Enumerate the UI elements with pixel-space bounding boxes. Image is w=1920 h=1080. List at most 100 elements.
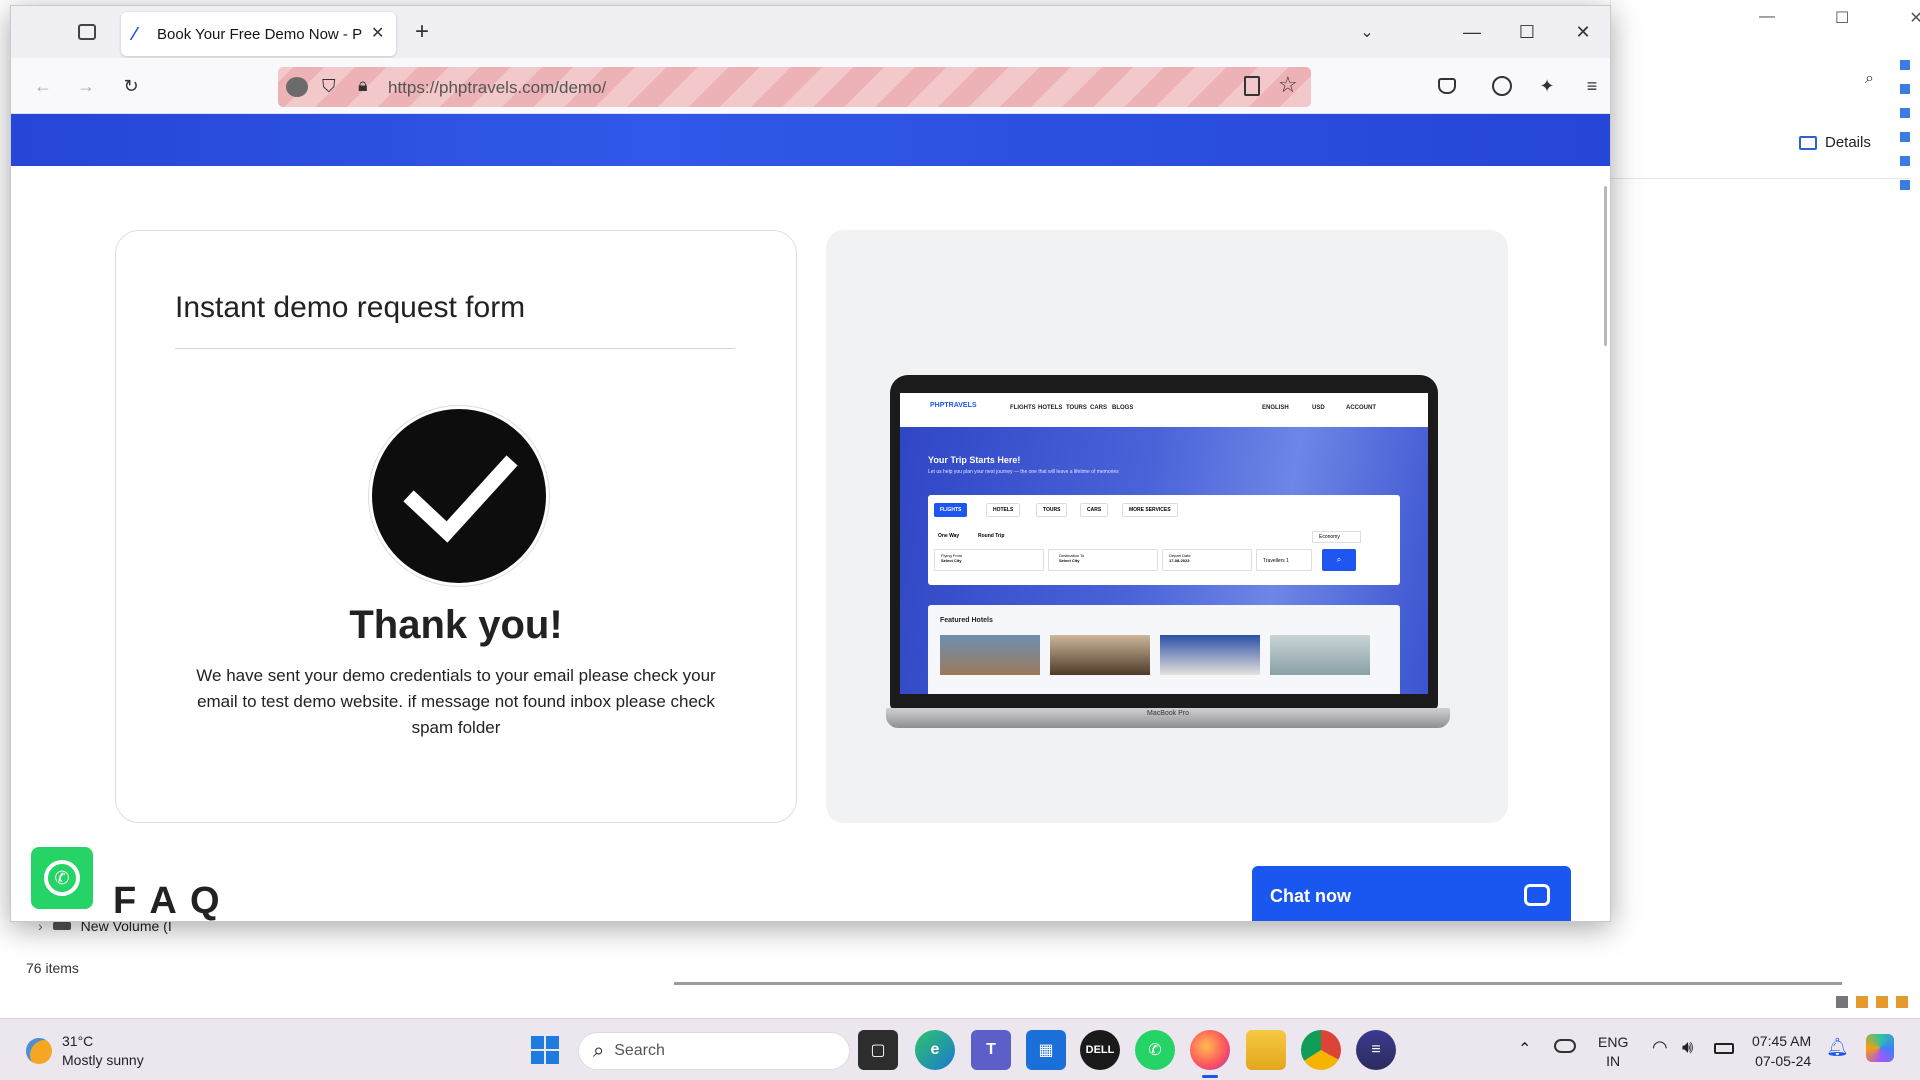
shield-icon[interactable]: ⛉ [322,76,336,97]
thanks-heading: Thank you! [349,603,563,647]
laptop-image: PHPTRAVELS FLIGHTS HOTELS TOURS CARS BLO… [890,375,1438,710]
url-bar[interactable]: ⛉ 🔒︎ https://phptravels.com/demo/ ☆ [278,67,1311,107]
new-tab-icon[interactable]: + [406,16,438,48]
chrome-icon[interactable] [1301,1030,1341,1070]
hotel-thumb [940,635,1040,675]
edge-icon[interactable]: e [915,1030,955,1070]
firefox-icon[interactable] [1190,1030,1230,1070]
eclipse-icon[interactable]: ≡ [1356,1030,1396,1070]
taskbar: 31°C Mostly sunny ⌕ Search ▢ e T ▦ DELL … [0,1018,1920,1080]
edge-mini-icon [1900,180,1910,190]
copilot-icon[interactable] [1866,1034,1894,1062]
maximize-icon[interactable]: ☐ [1511,16,1543,48]
file-explorer-icon[interactable] [1246,1030,1286,1070]
close-icon[interactable]: ✕ [1909,8,1920,32]
demo-form-card: Instant demo request form Thank you! We … [115,230,797,823]
minimize-icon[interactable]: — [1456,16,1488,48]
dell-icon[interactable]: DELL [1080,1030,1120,1070]
forward-icon[interactable]: → [70,70,102,102]
minimize-icon[interactable]: — [1759,8,1775,32]
mini-nav-hotels: HOTELS [1038,405,1063,411]
close-icon[interactable]: ✕ [1567,16,1599,48]
hero-banner [11,114,1610,166]
weather-sun-icon [26,1038,52,1064]
reader-view-icon[interactable] [1244,76,1260,96]
details-pane-icon [1799,135,1817,150]
search-icon[interactable]: ⌕ [1865,70,1874,88]
details-button[interactable]: Details [1799,134,1871,151]
edge-mini-icon [1900,60,1910,70]
task-view-icon[interactable]: ▢ [858,1030,898,1070]
title-divider [175,348,735,349]
edge-mini-icon [1900,84,1910,94]
weather-widget[interactable]: 31°C Mostly sunny [26,1031,144,1071]
list-all-tabs-icon[interactable]: ⌄ [1351,16,1383,48]
taskbar-search[interactable]: ⌕ Search [578,1032,850,1070]
edge-mini-icon [1900,132,1910,142]
notification-bell-icon[interactable]: 🔔︎ [1826,1037,1849,1058]
faq-heading: F A Q [113,880,222,922]
pocket-icon[interactable] [1431,70,1463,102]
success-check-icon [369,406,549,586]
hotel-thumb [1050,635,1150,675]
tab-strip: ⁄ Book Your Free Demo Now - PHPTRAVELS ✕… [11,6,1610,58]
mini-nav-flights: FLIGHTS [1010,405,1036,411]
show-hidden-icons-icon[interactable]: ⌃ [1518,1039,1531,1059]
hotel-thumb [1160,635,1260,675]
extensions-icon[interactable]: ✦ [1531,70,1563,102]
tab-overview-icon[interactable] [71,16,103,48]
wifi-icon[interactable]: ◠ [1652,1037,1668,1058]
whatsapp-button[interactable]: ✆ [31,847,93,909]
remote-control-icon [286,77,308,97]
horizontal-scrollbar[interactable] [674,982,1842,985]
menu-icon[interactable]: ≡ [1576,70,1608,102]
battery-icon[interactable] [1714,1043,1734,1054]
tab-book-demo[interactable]: ⁄ Book Your Free Demo Now - PHPTRAVELS ✕ [121,12,396,56]
whatsapp-icon: ✆ [44,860,80,896]
mini-account: ACCOUNT [1346,405,1376,411]
form-title: Instant demo request form [175,291,526,324]
mini-nav-tours: TOURS [1066,405,1087,411]
navigation-toolbar: ← → ↻ ⛉ 🔒︎ https://phptravels.com/demo/ … [11,58,1610,114]
store-icon[interactable]: ▦ [1026,1030,1066,1070]
page-scrollbar[interactable] [1604,186,1607,346]
mini-currency: USD [1312,405,1325,411]
mini-nav-blogs: BLOGS [1112,405,1134,411]
volume-icon[interactable]: 🔊︎ [1682,1037,1693,1058]
edge-mini-icon [1900,156,1910,166]
clock[interactable]: 07:45 AM 07-05-24 [1752,1031,1811,1071]
phptravels-favicon-icon: ⁄ [133,24,137,44]
account-icon[interactable] [1486,70,1518,102]
edge-mini-icon [1900,108,1910,118]
laptop-screen: PHPTRAVELS FLIGHTS HOTELS TOURS CARS BLO… [900,393,1428,694]
windows-start-icon[interactable] [525,1030,565,1070]
lock-icon[interactable]: 🔒︎ [358,75,368,96]
explorer-details-pane: — ☐ ✕ ⌕ Details [1610,0,1920,180]
mini-hero: Your Trip Starts Here! Let us help you p… [900,427,1428,694]
laptop-base: MacBook Pro [886,708,1450,728]
mini-featured-hotels: Featured Hotels [928,605,1400,694]
whatsapp-icon[interactable]: ✆ [1135,1030,1175,1070]
drive-icon [52,922,71,930]
input-language[interactable]: ENG IN [1598,1033,1628,1071]
maximize-icon[interactable]: ☐ [1835,8,1849,32]
chat-bubble-icon [1524,884,1550,906]
hotel-thumb [1270,635,1370,675]
thanks-message: We have sent your demo credentials to yo… [196,666,716,737]
teams-icon[interactable]: T [971,1030,1011,1070]
mini-nav-cars: CARS [1090,405,1108,411]
mini-lang: ENGLISH [1262,405,1289,411]
tray-mini-icon [1856,996,1868,1008]
back-icon[interactable]: ← [27,70,59,102]
tray-mini-icon [1876,996,1888,1008]
laptop-preview-card: PHPTRAVELS FLIGHTS HOTELS TOURS CARS BLO… [826,230,1508,823]
close-tab-icon[interactable]: ✕ [371,23,384,43]
mini-logo: PHPTRAVELS [930,402,977,409]
reload-icon[interactable]: ↻ [115,70,147,102]
mini-search-widget: FLIGHTS HOTELS TOURS CARS MORE SERVICES … [928,495,1400,585]
bookmark-star-icon[interactable]: ☆ [1278,72,1298,98]
chat-now-button[interactable]: Chat now [1252,866,1571,921]
browser-window: ⁄ Book Your Free Demo Now - PHPTRAVELS ✕… [10,5,1611,922]
onedrive-icon[interactable] [1554,1039,1576,1053]
tray-mini-icon [1836,996,1848,1008]
